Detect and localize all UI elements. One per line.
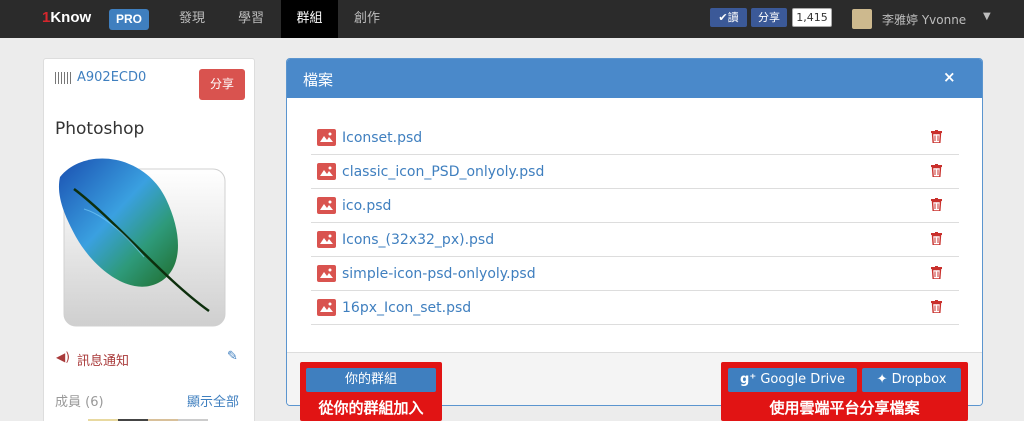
- nav-groups[interactable]: 群組: [281, 0, 338, 38]
- edit-icon[interactable]: ✎: [227, 349, 238, 364]
- close-icon[interactable]: ×: [943, 68, 956, 86]
- image-file-icon: [317, 129, 336, 146]
- notify-link[interactable]: 訊息通知: [77, 350, 129, 369]
- share-button[interactable]: 分享: [199, 69, 245, 100]
- group-title: Photoshop: [55, 119, 145, 139]
- file-row: Iconset.psd: [311, 121, 959, 155]
- google-drive-label: Google Drive: [760, 372, 845, 387]
- file-link[interactable]: Icons_(32x32_px).psd: [342, 232, 494, 248]
- show-all-link[interactable]: 顯示全部: [187, 391, 239, 410]
- modal-header: 檔案 ×: [287, 59, 982, 98]
- trash-icon[interactable]: [931, 198, 942, 211]
- file-row: 16px_Icon_set.psd: [311, 291, 959, 325]
- google-drive-button[interactable]: g⁺ Google Drive: [728, 368, 857, 392]
- speaker-icon: ◀): [56, 350, 70, 364]
- check-icon: ✔: [718, 11, 728, 24]
- files-modal: 檔案 × Iconset.psd classic_icon_PSD_onlyol…: [286, 58, 983, 406]
- read-label: 讀: [727, 11, 739, 24]
- dropbox-label: Dropbox: [891, 372, 947, 387]
- nav-discover[interactable]: 發現: [163, 0, 221, 38]
- group-code: A902ECD0: [77, 70, 147, 85]
- logo[interactable]: 1Know: [42, 9, 91, 26]
- modal-title: 檔案: [303, 71, 334, 89]
- facebook-share-button[interactable]: 分享: [751, 8, 787, 27]
- image-file-icon: [317, 231, 336, 248]
- file-link[interactable]: Iconset.psd: [342, 130, 422, 146]
- nav-create[interactable]: 創作: [338, 0, 396, 38]
- members-label: 成員 (6): [55, 395, 104, 410]
- dropbox-button[interactable]: ✦ Dropbox: [862, 368, 961, 392]
- read-button[interactable]: ✔讀: [710, 8, 747, 27]
- image-file-icon: [317, 265, 336, 282]
- image-file-icon: [317, 299, 336, 316]
- callout-right-label: 使用雲端平台分享檔案: [769, 399, 920, 417]
- image-file-icon: [317, 163, 336, 180]
- share-count: 1,415: [792, 8, 832, 27]
- avatar[interactable]: [852, 9, 872, 29]
- barcode-icon: [55, 72, 71, 84]
- logo-text: Know: [50, 9, 92, 26]
- file-link[interactable]: ico.psd: [342, 198, 391, 214]
- pro-badge[interactable]: PRO: [109, 9, 149, 30]
- file-link[interactable]: classic_icon_PSD_onlyoly.psd: [342, 164, 544, 180]
- callout-left-label: 從你的群組加入: [318, 399, 424, 417]
- trash-icon[interactable]: [931, 300, 942, 313]
- file-link[interactable]: 16px_Icon_set.psd: [342, 300, 471, 316]
- group-info-card: A902ECD0 分享 Photoshop ◀) 訊息通知 ✎ 成員 (6) 顯…: [43, 58, 255, 421]
- file-link[interactable]: simple-icon-psd-onlyoly.psd: [342, 266, 536, 282]
- google-plus-icon: g⁺: [740, 372, 757, 387]
- trash-icon[interactable]: [931, 266, 942, 279]
- file-row: simple-icon-psd-onlyoly.psd: [311, 257, 959, 291]
- nav-learn[interactable]: 學習: [222, 0, 280, 38]
- file-list: Iconset.psd classic_icon_PSD_onlyoly.psd…: [311, 121, 959, 325]
- dropbox-icon: ✦: [876, 372, 888, 387]
- caret-down-icon[interactable]: ▼: [983, 11, 991, 22]
- file-row: classic_icon_PSD_onlyoly.psd: [311, 155, 959, 189]
- file-row: Icons_(32x32_px).psd: [311, 223, 959, 257]
- top-navbar: 1Know PRO 發現 學習 群組 創作 ✔讀 分享 1,415 李雅婷 Yv…: [0, 0, 1024, 38]
- photoshop-feather-image: [58, 158, 226, 327]
- trash-icon[interactable]: [931, 164, 942, 177]
- my-groups-button[interactable]: 你的群組: [306, 368, 436, 392]
- file-row: ico.psd: [311, 189, 959, 223]
- trash-icon[interactable]: [931, 232, 942, 245]
- image-file-icon: [317, 197, 336, 214]
- user-name[interactable]: 李雅婷 Yvonne: [882, 11, 966, 28]
- trash-icon[interactable]: [931, 130, 942, 143]
